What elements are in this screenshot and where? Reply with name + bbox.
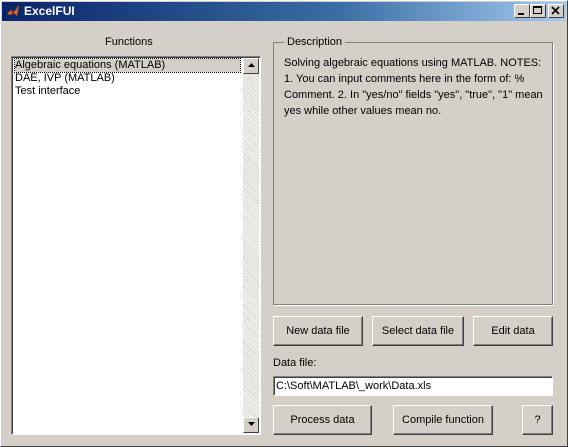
scroll-down-button[interactable] bbox=[243, 417, 259, 433]
select-data-file-button[interactable]: Select data file bbox=[372, 316, 464, 346]
edit-data-button[interactable]: Edit data bbox=[473, 316, 553, 346]
new-data-file-button[interactable]: New data file bbox=[273, 316, 363, 346]
functions-listbox[interactable]: Algebraic equations (MATLAB) DAE, IVP (M… bbox=[11, 56, 261, 435]
window-title: ExcelFUI bbox=[24, 4, 75, 18]
data-file-input[interactable]: C:\Soft\MATLAB\_work\Data.xls bbox=[273, 376, 553, 396]
scroll-up-button[interactable] bbox=[243, 58, 259, 74]
functions-label: Functions bbox=[105, 36, 153, 48]
matlab-logo-icon bbox=[6, 4, 20, 18]
close-icon[interactable] bbox=[548, 4, 564, 18]
list-item[interactable]: Test interface bbox=[15, 85, 80, 98]
title-bar[interactable]: ExcelFUI bbox=[2, 2, 566, 21]
list-item[interactable]: DAE, IVP (MATLAB) bbox=[15, 72, 115, 85]
minimize-icon[interactable] bbox=[514, 4, 530, 18]
arrow-down-icon bbox=[248, 422, 255, 426]
description-text: Solving algebraic equations using MATLAB… bbox=[284, 55, 546, 119]
vertical-scrollbar[interactable] bbox=[243, 58, 259, 433]
compile-function-button[interactable]: Compile function bbox=[393, 405, 493, 435]
arrow-up-icon bbox=[248, 63, 255, 67]
help-button[interactable]: ? bbox=[522, 405, 553, 435]
description-line: Solving algebraic equations using MATLAB… bbox=[284, 57, 542, 69]
data-file-label: Data file: bbox=[273, 357, 317, 369]
app-window: ExcelFUI Functions Algebraic equations (… bbox=[0, 0, 568, 447]
description-legend: Description bbox=[284, 36, 346, 48]
process-data-button[interactable]: Process data bbox=[273, 405, 372, 435]
description-line: Comment. 2. In "yes/no" fields "yes", "t… bbox=[284, 89, 543, 101]
description-line: yes while other values mean no. bbox=[284, 105, 442, 117]
list-item[interactable]: Algebraic equations (MATLAB) bbox=[14, 58, 241, 73]
maximize-icon[interactable] bbox=[530, 4, 546, 18]
description-line: 1. You can input comments here in the fo… bbox=[284, 73, 525, 85]
